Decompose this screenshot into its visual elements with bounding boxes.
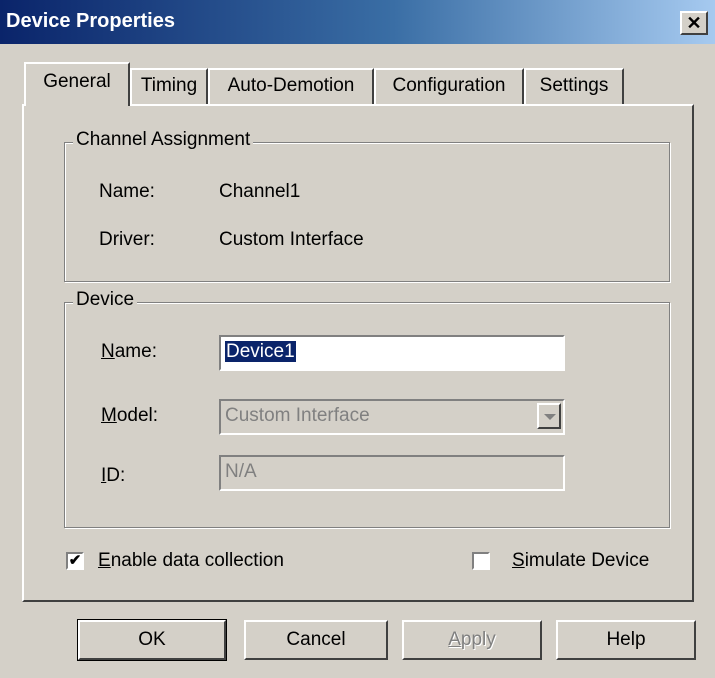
id-field[interactable]: N/A (219, 455, 565, 491)
channel-assignment-group: Channel Assignment Name: Channel1 Driver… (64, 129, 670, 282)
help-button[interactable]: Help (556, 620, 696, 660)
chevron-down-icon[interactable] (537, 403, 561, 429)
enable-data-collection-checkbox[interactable]: ✔ (66, 552, 84, 570)
apply-accel: A (448, 629, 461, 650)
model-label-accel: M (101, 405, 117, 426)
tab-configuration[interactable]: Configuration (374, 68, 524, 104)
id-label-rest: D: (106, 465, 126, 486)
simulate-device-checkbox[interactable] (472, 552, 490, 570)
tab-timing[interactable]: Timing (130, 68, 208, 104)
device-name-field[interactable]: Device1 (219, 335, 565, 371)
device-group: Device Name: Device1 Model: Custom Inter… (64, 289, 670, 528)
title-bar: Device Properties ✕ (0, 0, 715, 44)
ok-button[interactable]: OK (77, 619, 227, 661)
cancel-button[interactable]: Cancel (244, 620, 388, 660)
tab-auto-demotion[interactable]: Auto-Demotion (208, 68, 374, 104)
simulate-accel: S (512, 550, 525, 571)
close-icon[interactable]: ✕ (680, 11, 708, 35)
device-name-label-accel: N (101, 341, 115, 362)
enable-rest: nable data collection (110, 550, 284, 571)
window-title: Device Properties (6, 10, 175, 32)
channel-assignment-legend: Channel Assignment (73, 129, 254, 151)
device-name-label-rest: ame: (114, 341, 157, 362)
model-label-rest: odel: (116, 405, 159, 426)
model-value: Custom Interface (225, 405, 370, 426)
apply-button[interactable]: Apply (402, 620, 542, 660)
device-name-value: Device1 (225, 341, 296, 362)
model-select[interactable]: Custom Interface (219, 399, 565, 435)
id-value: N/A (225, 461, 257, 482)
id-label: ID: (101, 465, 125, 487)
device-legend: Device (73, 289, 138, 311)
driver-value: Custom Interface (219, 229, 364, 250)
tab-general[interactable]: General (24, 62, 130, 106)
tab-settings[interactable]: Settings (524, 68, 624, 104)
channel-name-value: Channel1 (219, 181, 301, 202)
enable-data-collection-label[interactable]: Enable data collection (98, 550, 284, 572)
channel-name-label: Name: (99, 181, 155, 202)
tab-panel-general: Channel Assignment Name: Channel1 Driver… (22, 104, 694, 602)
driver-label: Driver: (99, 229, 155, 250)
model-label: Model: (101, 405, 158, 427)
simulate-device-label[interactable]: Simulate Device (512, 550, 649, 572)
enable-accel: E (98, 550, 111, 571)
apply-rest: pply (460, 629, 496, 650)
simulate-rest: imulate Device (524, 550, 650, 571)
device-name-label: Name: (101, 341, 157, 363)
